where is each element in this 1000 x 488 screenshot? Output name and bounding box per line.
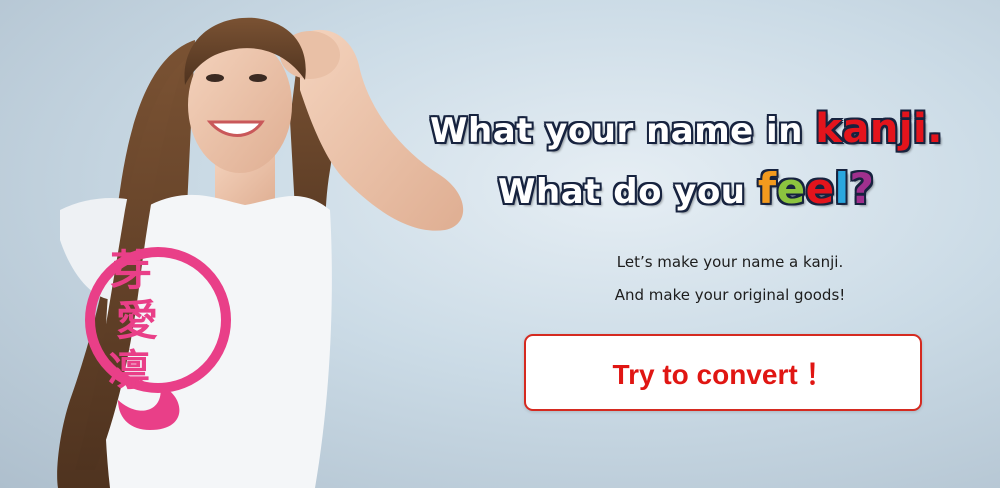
headline-line-2-prefix: What do you bbox=[498, 172, 746, 212]
feel-letter-l: l bbox=[834, 164, 850, 213]
headline-feel-word: feel? bbox=[758, 164, 875, 213]
subtitle-line-1: Let’s make your name a kanji. bbox=[616, 253, 844, 271]
feel-letter-e1: e bbox=[776, 164, 806, 213]
model-photo: 芽 愛 凛 bbox=[57, 17, 464, 488]
headline-kanji-accent: kanji. bbox=[815, 106, 943, 152]
try-to-convert-button[interactable]: Try to convert ！ bbox=[524, 334, 922, 411]
headline-line-1-prefix: What your name in bbox=[430, 111, 803, 151]
hero-banner: 芽 愛 凛 What your name in kanji. What do y… bbox=[0, 0, 1000, 488]
feel-letter-e2: e bbox=[805, 164, 835, 213]
svg-text:芽: 芽 bbox=[110, 246, 152, 295]
svg-text:愛: 愛 bbox=[116, 296, 158, 345]
subtitle-line-2: And make your original goods! bbox=[614, 286, 846, 304]
svg-text:凛: 凛 bbox=[108, 346, 150, 395]
feel-letter-f: f bbox=[757, 164, 777, 213]
headline-line-2: What do you feel? bbox=[498, 164, 874, 213]
headline-line-1: What your name in kanji. bbox=[430, 106, 943, 152]
question-mark: ? bbox=[849, 164, 875, 213]
